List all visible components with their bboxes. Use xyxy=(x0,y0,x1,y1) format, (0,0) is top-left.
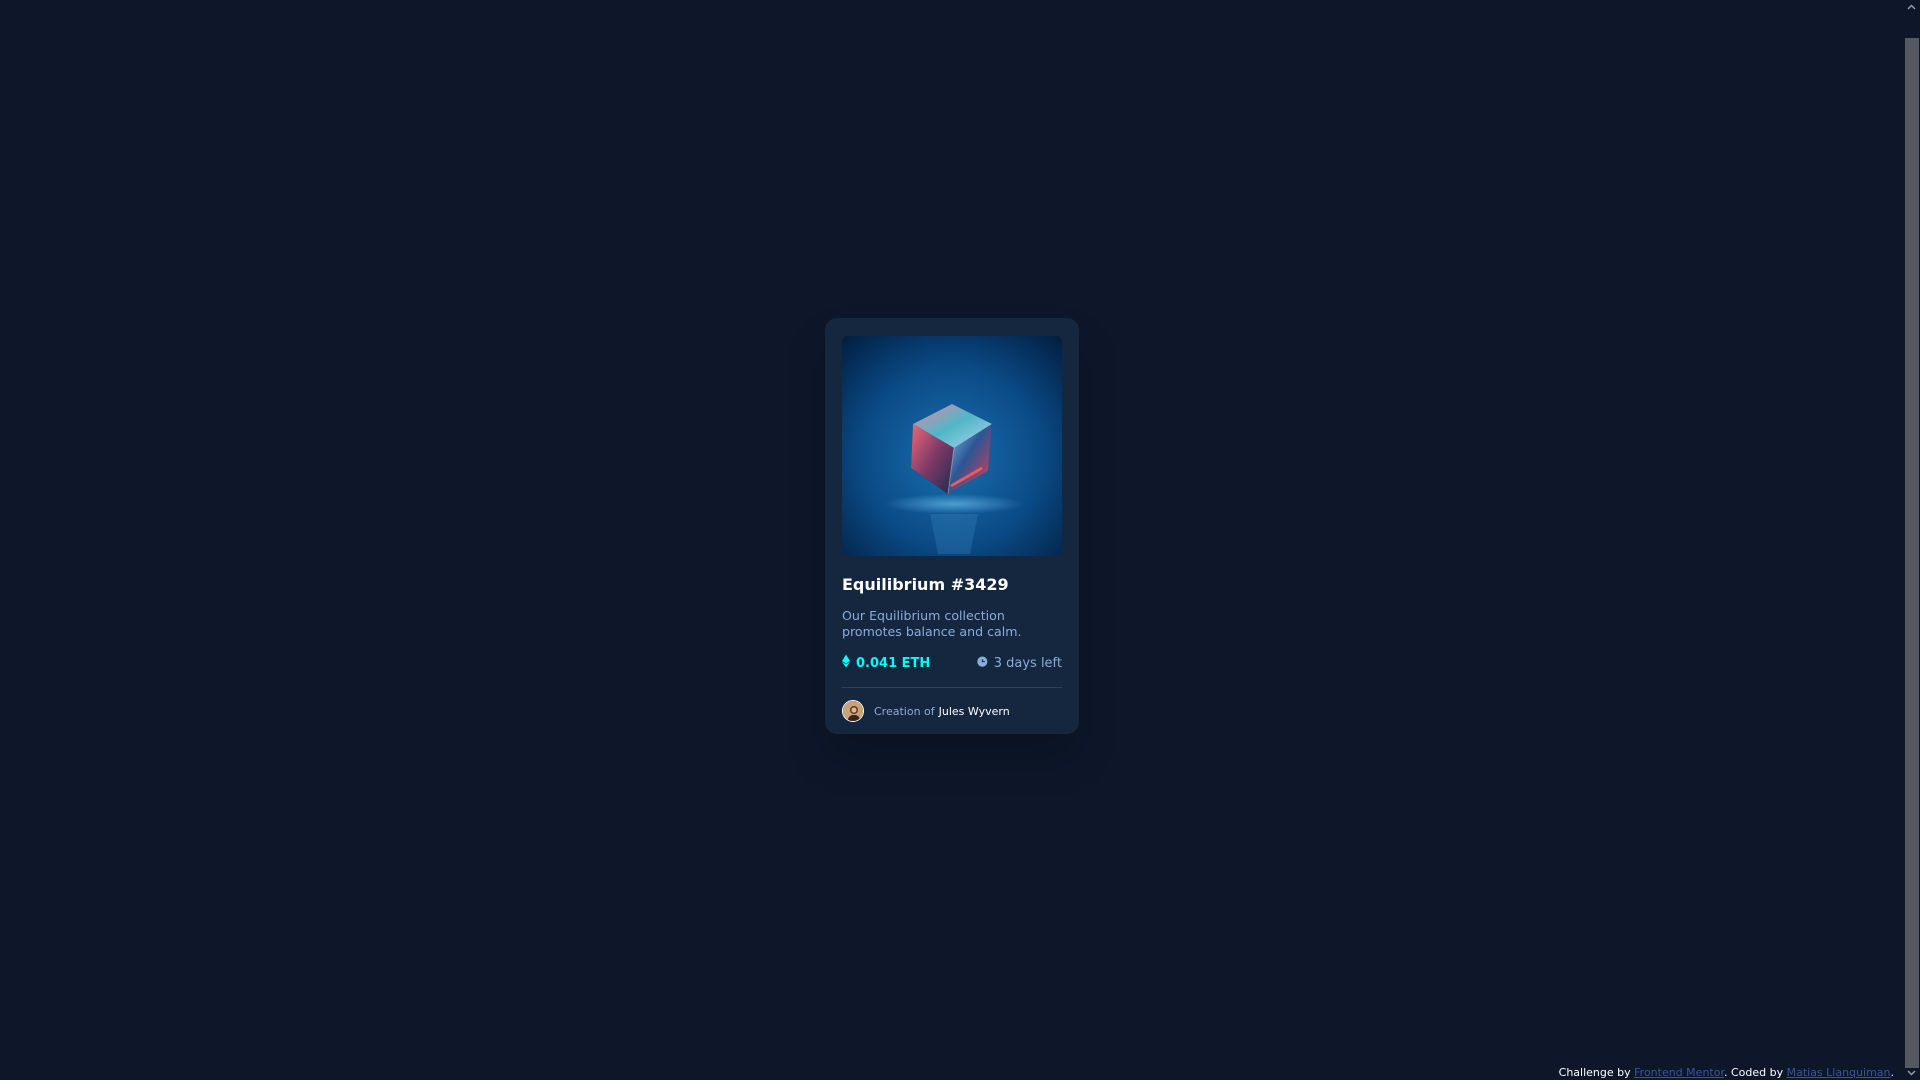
nft-preview-card: Equilibrium #3429 Our Equilibrium collec… xyxy=(825,318,1079,734)
vertical-scrollbar[interactable] xyxy=(1903,0,1920,1080)
scroll-down-arrow-icon[interactable] xyxy=(1903,1066,1920,1080)
scroll-up-arrow-icon[interactable] xyxy=(1903,0,1920,14)
creator-prefix: Creation of xyxy=(874,704,935,718)
footer-suffix: . xyxy=(1890,1066,1895,1079)
equilibrium-image[interactable] xyxy=(842,336,1062,556)
creator-avatar xyxy=(842,700,864,722)
creator-row: Creation of Jules Wyvern xyxy=(842,700,1062,722)
clock-icon xyxy=(976,655,994,672)
divider xyxy=(842,687,1062,688)
price-value: 0.041 ETH xyxy=(856,655,931,671)
author-link[interactable]: Matias Llanquiman xyxy=(1787,1066,1891,1079)
creator-name-link[interactable]: Jules Wyvern xyxy=(939,705,1010,718)
price: 0.041 ETH xyxy=(842,654,930,672)
card-description: Our Equilibrium collection promotes bala… xyxy=(842,608,1022,639)
time-left: 3 days left xyxy=(976,655,1062,672)
card-meta: 0.041 ETH 3 days left xyxy=(842,654,1062,672)
scrollbar-thumb[interactable] xyxy=(1905,38,1919,1068)
card-title[interactable]: Equilibrium #3429 xyxy=(842,575,1062,595)
ethereum-icon xyxy=(842,654,856,672)
footer-prefix: Challenge by xyxy=(1558,1066,1631,1079)
frontend-mentor-link[interactable]: Frontend Mentor xyxy=(1634,1066,1724,1079)
time-left-value: 3 days left xyxy=(993,655,1062,671)
attribution-footer: Challenge by Frontend Mentor. Coded by M… xyxy=(1559,1066,1894,1080)
footer-middle: . Coded by xyxy=(1723,1066,1784,1079)
